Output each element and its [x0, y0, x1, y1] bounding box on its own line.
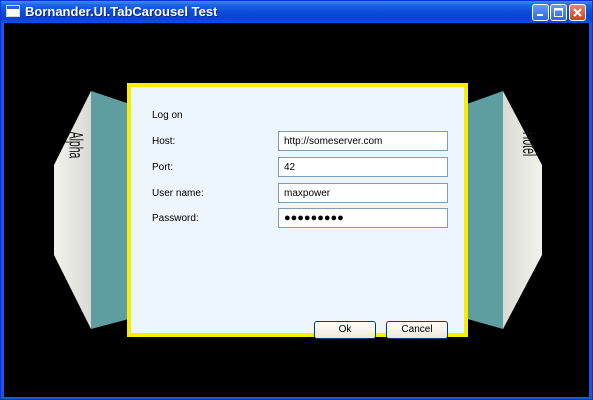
dialog-title: Log on	[152, 110, 183, 121]
username-field[interactable]: maxpower	[278, 183, 448, 203]
window-title: Bornander.UI.TabCarousel Test	[25, 4, 218, 19]
window-icon[interactable]	[6, 5, 20, 17]
ok-button[interactable]: Ok	[314, 321, 376, 339]
minimize-button[interactable]	[532, 4, 549, 21]
close-icon	[573, 8, 582, 17]
cancel-button[interactable]: Cancel	[386, 321, 448, 339]
left-panel-label: Alpha	[64, 131, 86, 159]
host-label: Host:	[152, 136, 176, 147]
carousel-area: Alpha Hotel Log on Host: http://someserv…	[4, 23, 589, 397]
minimize-icon	[537, 14, 543, 16]
left-carousel-panel[interactable]	[53, 90, 133, 331]
log-on-panel: Log on Host: http://someserver.com Port:…	[127, 83, 468, 339]
app-window: Bornander.UI.TabCarousel Test Alpha Hote…	[0, 0, 593, 400]
username-label: User name:	[152, 188, 204, 199]
port-label: Port:	[152, 162, 174, 173]
title-bar[interactable]: Bornander.UI.TabCarousel Test	[1, 1, 592, 23]
password-field[interactable]: ●●●●●●●●●	[278, 208, 448, 228]
right-panel-label: Hotel	[518, 131, 540, 157]
maximize-icon	[554, 8, 563, 17]
maximize-button[interactable]	[550, 4, 567, 21]
right-carousel-panel[interactable]	[462, 90, 544, 331]
password-label: Password:	[152, 213, 199, 224]
port-field[interactable]: 42	[278, 157, 448, 177]
close-button[interactable]	[569, 4, 586, 21]
host-field[interactable]: http://someserver.com	[278, 131, 448, 151]
